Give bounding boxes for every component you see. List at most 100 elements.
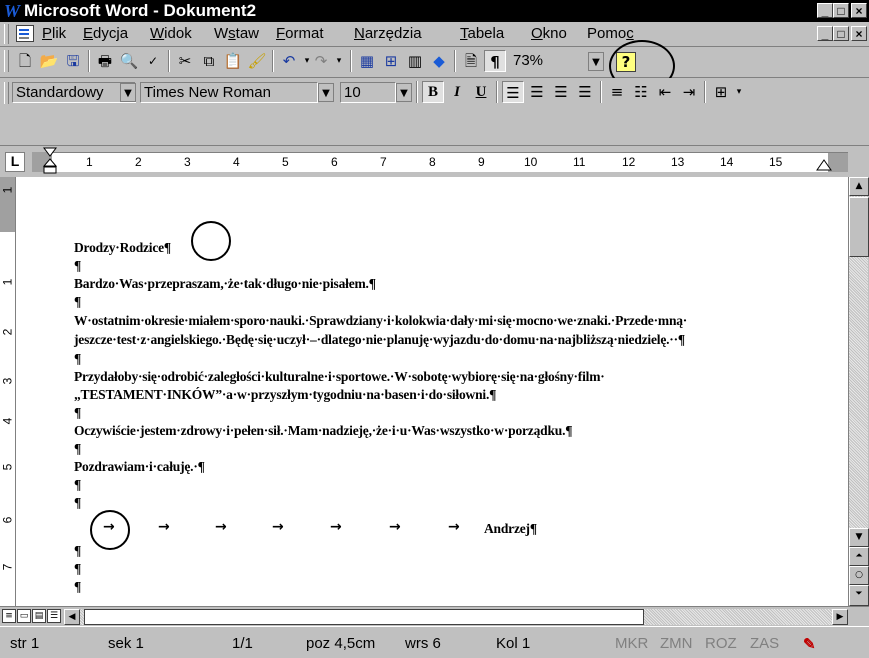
menu-wstaw[interactable]: Wstaw (214, 25, 259, 42)
show-hide-pilcrow-button[interactable]: ¶ (484, 50, 506, 72)
tab-selector-button[interactable]: L (5, 152, 25, 172)
document-menu-icon[interactable] (16, 25, 34, 42)
indent-markers-icon[interactable] (42, 147, 58, 177)
borders-dropdown-icon[interactable]: ▾ (728, 81, 750, 103)
ruler-tick: 10 (524, 155, 538, 169)
menu-tabela[interactable]: Tabela (460, 25, 504, 42)
cut-icon[interactable]: ✂ (174, 50, 196, 72)
tables-borders-icon[interactable]: ▦ (356, 50, 378, 72)
insert-table-icon[interactable]: ⊞ (380, 50, 402, 72)
horizontal-ruler[interactable]: 1 2 3 4 5 6 7 8 9 10 11 12 13 14 15 (52, 152, 848, 172)
menu-edycja[interactable]: Edycja (83, 25, 128, 42)
vertical-scrollbar[interactable]: ▲ ▼ ⏶ ○ ⏷ (848, 177, 869, 606)
select-browse-object-button[interactable]: ○ (849, 566, 869, 585)
print-icon[interactable]: 🖶 (94, 50, 116, 72)
status-track-changes[interactable]: ZMN (660, 635, 693, 652)
font-size-combo[interactable]: 10 (340, 82, 396, 103)
paste-icon[interactable]: 📋 (222, 50, 244, 72)
right-indent-marker-icon[interactable] (816, 158, 832, 172)
scroll-down-button[interactable]: ▼ (849, 528, 869, 547)
font-size-dropdown-icon[interactable]: ▼ (396, 83, 412, 102)
scroll-left-button[interactable]: ◀ (64, 609, 80, 625)
menu-bar: Plik Edycja Widok Wstaw Format Narzędzia… (0, 22, 869, 47)
tab-mark-icon: → (389, 519, 401, 535)
online-layout-view-icon[interactable]: ▭ (17, 609, 31, 623)
drawing-icon[interactable]: ◆ (428, 50, 450, 72)
zoom-combo[interactable]: 73% (510, 51, 588, 72)
spelling-status-icon[interactable]: ✎ (803, 635, 816, 653)
new-document-icon[interactable]: 🗋 (14, 50, 36, 72)
save-icon[interactable]: 🖫 (62, 50, 84, 72)
italic-button[interactable]: I (446, 81, 468, 103)
style-dropdown-icon[interactable]: ▼ (120, 83, 136, 102)
decrease-indent-icon[interactable]: ⇤ (654, 81, 676, 103)
status-pages: 1/1 (232, 635, 253, 652)
bullets-icon[interactable]: ☷ (630, 81, 652, 103)
numbering-icon[interactable]: ≡ (606, 81, 628, 103)
ruler-tick: 13 (671, 155, 685, 169)
doc-restore-button[interactable]: □ (833, 26, 849, 41)
align-right-icon[interactable]: ☰ (550, 81, 572, 103)
menu-widok[interactable]: Widok (150, 25, 192, 42)
open-folder-icon[interactable]: 📂 (38, 50, 60, 72)
toolbar-separator (168, 50, 170, 72)
doc-line: ¶ (74, 495, 82, 510)
next-page-button[interactable]: ⏷ (849, 585, 869, 606)
doc-line: jeszcze·test·z·angielskiego.·Będę·się·uc… (74, 332, 685, 347)
columns-icon[interactable]: ▥ (404, 50, 426, 72)
menu-pomoc[interactable]: Pomoc (587, 25, 634, 42)
document-map-icon[interactable]: 🗎 (460, 50, 482, 72)
style-value: Standardowy (16, 84, 104, 101)
menu-narzedzia[interactable]: Narzędzia (354, 25, 422, 42)
standard-toolbar: 🗋 📂 🖫 🖶 🔍 ✓ ✂ ⧉ 📋 🖌 ↶ ▾ ↷ ▾ ▦ ⊞ ▥ ◆ 🗎 ¶ … (0, 40, 869, 92)
increase-indent-icon[interactable]: ⇥ (678, 81, 700, 103)
maximize-button[interactable]: □ (833, 3, 849, 18)
vertical-ruler[interactable]: 1 1 2 3 4 5 6 7 (0, 177, 16, 606)
normal-view-icon[interactable]: ≡ (2, 609, 16, 623)
redo-dropdown-icon[interactable]: ▾ (328, 50, 350, 72)
font-dropdown-icon[interactable]: ▼ (318, 83, 334, 102)
tab-mark-icon: → (272, 519, 284, 535)
doc-line: ¶ (74, 258, 82, 273)
format-painter-icon[interactable]: 🖌 (246, 50, 268, 72)
menu-plik[interactable]: Plik (42, 25, 66, 42)
status-overtype[interactable]: ZAS (750, 635, 779, 652)
align-center-icon[interactable]: ☰ (526, 81, 548, 103)
ruler-tick: 9 (478, 155, 485, 169)
outline-view-icon[interactable]: ☰ (47, 609, 61, 623)
horizontal-scroll-thumb[interactable] (84, 609, 644, 625)
zoom-dropdown-icon[interactable]: ▼ (588, 52, 604, 71)
copy-icon[interactable]: ⧉ (198, 50, 220, 72)
bold-button[interactable]: B (422, 81, 444, 103)
toolbar-separator (496, 81, 498, 103)
toolbar-grip (4, 50, 9, 72)
status-macro-recorder[interactable]: MKR (615, 635, 648, 652)
status-extend-selection[interactable]: ROZ (705, 635, 737, 652)
menu-okno[interactable]: Okno (531, 25, 567, 42)
print-preview-icon[interactable]: 🔍 (118, 50, 140, 72)
align-left-icon[interactable]: ☰ (502, 81, 524, 103)
page-layout-view-icon[interactable]: ▤ (32, 609, 46, 623)
status-bar: str 1 sek 1 1/1 poz 4,5cm wrs 6 Kol 1 MK… (0, 626, 869, 658)
font-combo[interactable]: Times New Roman (140, 82, 318, 103)
doc-line: W·ostatnim·okresie·miałem·sporo·nauki.·S… (74, 313, 688, 328)
previous-page-button[interactable]: ⏶ (849, 547, 869, 566)
vertical-scroll-thumb[interactable] (849, 197, 869, 257)
window-title: Microsoft Word - Dokument2 (24, 1, 257, 20)
menu-format[interactable]: Format (276, 25, 324, 42)
style-combo[interactable]: Standardowy (12, 82, 136, 103)
underline-button[interactable]: U (470, 81, 492, 103)
word-window: W Microsoft Word - Dokument2 _ □ × Plik … (0, 0, 869, 658)
title-bar: W Microsoft Word - Dokument2 _ □ × (0, 0, 869, 22)
close-button[interactable]: × (851, 3, 867, 18)
justify-icon[interactable]: ☰ (574, 81, 596, 103)
minimize-button[interactable]: _ (817, 3, 833, 18)
spelling-icon[interactable]: ✓ (142, 50, 164, 72)
doc-close-button[interactable]: × (851, 26, 867, 41)
document-area[interactable]: Drodzy·Rodzice¶ ¶ Bardzo·Was·przepraszam… (16, 177, 848, 606)
scroll-up-button[interactable]: ▲ (849, 177, 869, 196)
scroll-right-button[interactable]: ▶ (832, 609, 848, 625)
doc-minimize-button[interactable]: _ (817, 26, 833, 41)
vruler-tick: 7 (0, 563, 15, 571)
toolbar-separator (600, 81, 602, 103)
